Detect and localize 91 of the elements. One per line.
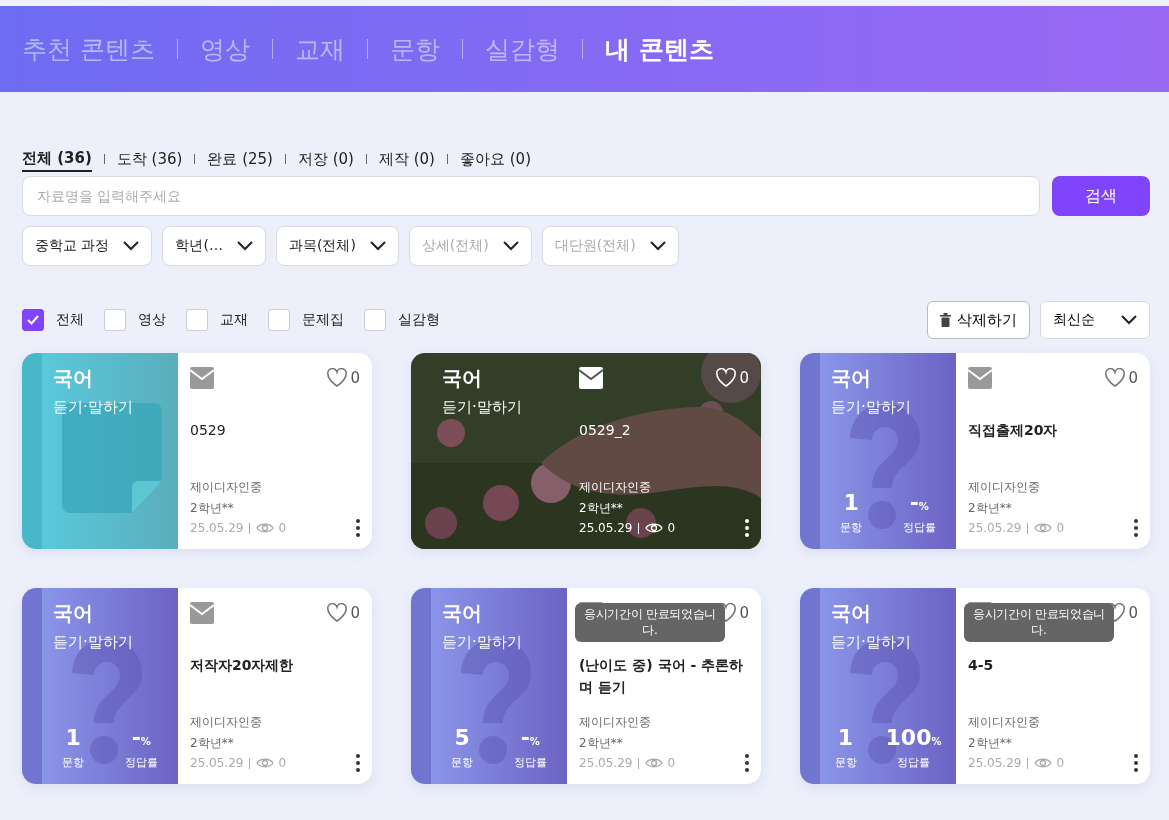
topic-label: 듣기·말하기 [53, 398, 134, 417]
date-label: 25.05.29 [968, 521, 1022, 535]
topic-label: 듣기·말하기 [831, 398, 912, 417]
search-button[interactable]: 검색 [1052, 176, 1150, 216]
topic-label: 듣기·말하기 [831, 633, 912, 652]
filter-dropdown[interactable]: 학년(… [162, 226, 266, 266]
filter-tab[interactable]: 좋아요 (0) [459, 147, 531, 171]
like-count: 0 [739, 604, 749, 622]
stat-label: 정답률 [897, 755, 930, 770]
stat-value: 5 [454, 727, 470, 749]
content-title: (난이도 중) 국어 - 추론하며 듣기 [579, 656, 745, 698]
author-label: 제이디자인중 [968, 479, 1041, 496]
stat-label: 정답률 [124, 755, 158, 770]
stat-value: 1 [837, 727, 854, 749]
author-label: 제이디자인중 [190, 479, 263, 496]
grade-label: 2학년** [579, 735, 624, 752]
subject-label: 국어 [831, 600, 872, 627]
filter-tab[interactable]: 도착 (36) [116, 147, 183, 171]
filter-dropdown[interactable]: 과목(전체) [275, 226, 399, 266]
stat-label: 정답률 [513, 755, 547, 770]
stat-value: -% [131, 727, 151, 749]
stat-value: 1 [65, 727, 81, 749]
delete-button[interactable]: 삭제하기 [927, 301, 1030, 339]
view-count: 0 [667, 756, 676, 770]
content-card[interactable]: 국어 듣기·말하기 0 0529_2 제이디자인중 2학년** 25.05.29 0 [411, 353, 761, 549]
date-label: 25.05.29 [968, 756, 1022, 770]
date-label: 25.05.29 [190, 521, 244, 535]
content-card[interactable]: 국어 듣기·말하기 0 0529 제이디자인중 2학년** 25.05.29 0 [22, 353, 372, 549]
filter-tab[interactable]: 저장 (0) [297, 147, 354, 171]
grade-label: 2학년** [190, 500, 235, 517]
subject-label: 국어 [831, 365, 872, 392]
search-field[interactable]: 자료명을 입력해주세요 [22, 176, 1040, 216]
view-count: 0 [1056, 756, 1065, 770]
filter-tab[interactable]: 전체 (36) [22, 146, 92, 172]
stat-value: -% [909, 492, 929, 514]
like-count: 0 [350, 369, 360, 387]
view-count: 0 [278, 521, 287, 535]
view-count: 0 [667, 521, 676, 535]
nav-tab[interactable]: 내 콘텐츠 [604, 32, 714, 66]
author-label: 제이디자인중 [579, 479, 652, 496]
grade-label: 2학년** [968, 500, 1013, 517]
topic-label: 듣기·말하기 [442, 398, 523, 417]
grade-label: 2학년** [579, 500, 624, 517]
content-title: 0529_2 [579, 421, 632, 440]
like-count: 0 [1128, 369, 1138, 387]
content-title: 0529 [190, 421, 227, 440]
topic-label: 듣기·말하기 [442, 633, 523, 652]
date-label: 25.05.29 [579, 521, 633, 535]
grade-label: 2학년** [968, 735, 1013, 752]
stat-label: 문항 [451, 755, 474, 770]
content-title: 저작자20자제한 [190, 656, 295, 675]
author-label: 제이디자인중 [968, 714, 1041, 731]
author-label: 제이디자인중 [579, 714, 652, 731]
stat-label: 문항 [834, 755, 857, 770]
like-count: 0 [739, 369, 749, 387]
content-title: 4-5 [968, 656, 995, 675]
like-count: 0 [350, 604, 360, 622]
view-count: 0 [278, 756, 287, 770]
date-label: 25.05.29 [579, 756, 633, 770]
subject-label: 국어 [442, 600, 483, 627]
author-label: 제이디자인중 [190, 714, 263, 731]
stat-label: 문항 [840, 520, 863, 535]
expired-tooltip: 응시기간이 만료되었습니다. [964, 603, 1114, 643]
topic-label: 듣기·말하기 [53, 633, 134, 652]
stat-value: 100% [885, 727, 942, 749]
view-count: 0 [1056, 521, 1065, 535]
grade-label: 2학년** [190, 735, 235, 752]
content-card[interactable]: 국어 듣기·말하기 5 문항 -% 정답률 0 (난이도 중) 국어 - 추론하며 듣기 제이디자인중 2학년** 25.05.29 0 응시기간이 만료되었습니다. [411, 588, 761, 784]
checkbox-label: 영상 [138, 311, 166, 329]
checkbox-label: 실감형 [398, 311, 440, 329]
stat-label: 문항 [62, 755, 85, 770]
filter-tab[interactable]: 제작 (0) [378, 147, 435, 171]
like-count: 0 [1128, 604, 1138, 622]
stat-label: 정답률 [902, 520, 936, 535]
content-card[interactable]: 국어 듣기·말하기 1 문항 100% 정답률 0 4-5 제이디자인중 2학년** 25.05.29 0 응시기간이 만료되었습니다. [800, 588, 1150, 784]
filter-dropdown[interactable]: 중학교 과정 [22, 226, 153, 266]
subject-label: 국어 [53, 600, 94, 627]
date-label: 25.05.29 [190, 756, 244, 770]
stat-value: -% [520, 727, 540, 749]
content-card[interactable]: 국어 듣기·말하기 1 문항 -% 정답률 0 저작자20자제한 제이디자인중 2학년** 25.05.29 0 [22, 588, 372, 784]
content-card[interactable]: 국어 듣기·말하기 1 문항 -% 정답률 0 직접출제20자 제이디자인중 2학년** 25.05.29 0 [800, 353, 1150, 549]
checkbox-label: 교재 [220, 311, 248, 329]
expired-tooltip: 응시기간이 만료되었습니다. [575, 603, 725, 643]
checkbox-label: 문제집 [302, 311, 344, 329]
content-title: 직접출제20자 [968, 421, 1059, 440]
sort-dropdown[interactable]: 최신순 [1040, 301, 1150, 339]
subject-label: 국어 [442, 365, 483, 392]
checkbox-label: 전체 [56, 311, 84, 329]
filter-tab[interactable]: 완료 (25) [207, 147, 273, 171]
stat-value: 1 [843, 492, 859, 514]
subject-label: 국어 [53, 365, 94, 392]
